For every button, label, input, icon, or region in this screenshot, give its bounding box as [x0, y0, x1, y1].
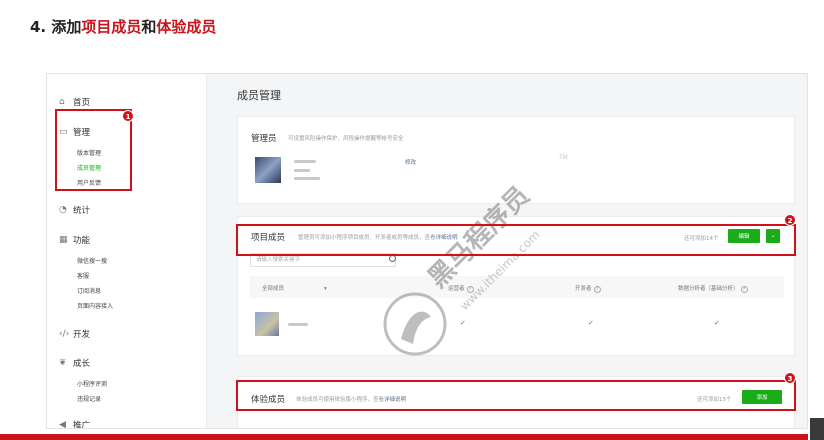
sidebar-item-features[interactable]: ▦ 功能: [59, 234, 90, 246]
home-icon: ⌂: [59, 97, 65, 107]
footer-corner: [810, 418, 824, 440]
sidebar-item-home[interactable]: ⌂ 首页: [59, 96, 90, 108]
growth-icon: ❦: [59, 358, 67, 368]
sidebar-sub-review[interactable]: 小程序评测: [77, 379, 107, 388]
member-avatar: [255, 312, 279, 336]
help-icon[interactable]: ?: [740, 286, 748, 293]
callout-badge-3: 3: [784, 372, 796, 384]
heading-prefix: 4. 添加: [30, 18, 82, 36]
pie-chart-icon: ◔: [59, 205, 67, 215]
page-title: 成员管理: [237, 89, 281, 102]
check-icon: ✓: [714, 319, 720, 327]
sidebar-sub-subscribe[interactable]: 订阅消息: [77, 286, 101, 295]
column-all-members[interactable]: 全部成员 ▾: [262, 284, 327, 292]
help-icon[interactable]: ?: [593, 286, 601, 293]
heading-term-project: 项目成员: [81, 18, 142, 36]
member-table-header: 全部成员 ▾ 运营者? 开发者? 数据分析者（基础分析）?: [250, 276, 784, 298]
heading-connector: 和: [141, 18, 157, 36]
check-icon: ✓: [588, 319, 594, 327]
column-operator: 运营者?: [448, 284, 474, 293]
sidebar-item-dev[interactable]: ‹/› 开发: [59, 328, 90, 340]
megaphone-icon: ◀: [59, 420, 66, 429]
column-analyst: 数据分析者（基础分析）?: [678, 284, 748, 293]
sidebar-sub-content[interactable]: 页面内容接入: [77, 301, 113, 310]
admin-card: 管理员 可设置风险操作保护、风险操作提醒等帐号安全 修改: [237, 116, 795, 204]
footer-bar: [0, 434, 808, 440]
admin-date-blur: [294, 177, 320, 180]
sidebar-sub-search[interactable]: 微信搜一搜: [77, 256, 107, 265]
sidebar-sub-violations[interactable]: 违规记录: [77, 394, 101, 403]
highlight-box-manage: [55, 109, 132, 191]
section-heading: 4. 添加项目成员和体验成员: [30, 16, 216, 37]
sidebar-item-growth[interactable]: ❦ 成长: [59, 357, 90, 369]
callout-badge-2: 2: [784, 214, 796, 226]
sidebar-item-stats[interactable]: ◔ 统计: [59, 204, 90, 216]
admin-avatar: [255, 157, 281, 183]
caret-down-icon: ▾: [324, 286, 327, 292]
check-icon: ✓: [460, 319, 466, 327]
sidebar-item-promote[interactable]: ◀ 推广: [59, 419, 90, 429]
help-icon[interactable]: ?: [466, 286, 474, 293]
search-icon[interactable]: [389, 255, 396, 262]
admin-id-blur: [294, 169, 310, 172]
sidebar-sub-service[interactable]: 客服: [77, 271, 89, 280]
admin-edit-link[interactable]: 修改: [405, 158, 416, 166]
heading-term-trial: 体验成员: [156, 18, 217, 36]
highlight-box-trial: [236, 380, 796, 411]
column-developer: 开发者?: [575, 284, 601, 293]
callout-badge-1: 1: [122, 110, 134, 122]
admin-card-title: 管理员: [251, 134, 277, 144]
grid-icon: ▦: [59, 235, 68, 245]
admin-name-blur: [294, 160, 316, 163]
highlight-box-project: [236, 224, 796, 256]
code-icon: ‹/›: [59, 329, 70, 339]
member-name-blur: [288, 323, 308, 326]
admin-card-desc: 可设置风险操作保护、风险操作提醒等帐号安全: [288, 136, 404, 142]
